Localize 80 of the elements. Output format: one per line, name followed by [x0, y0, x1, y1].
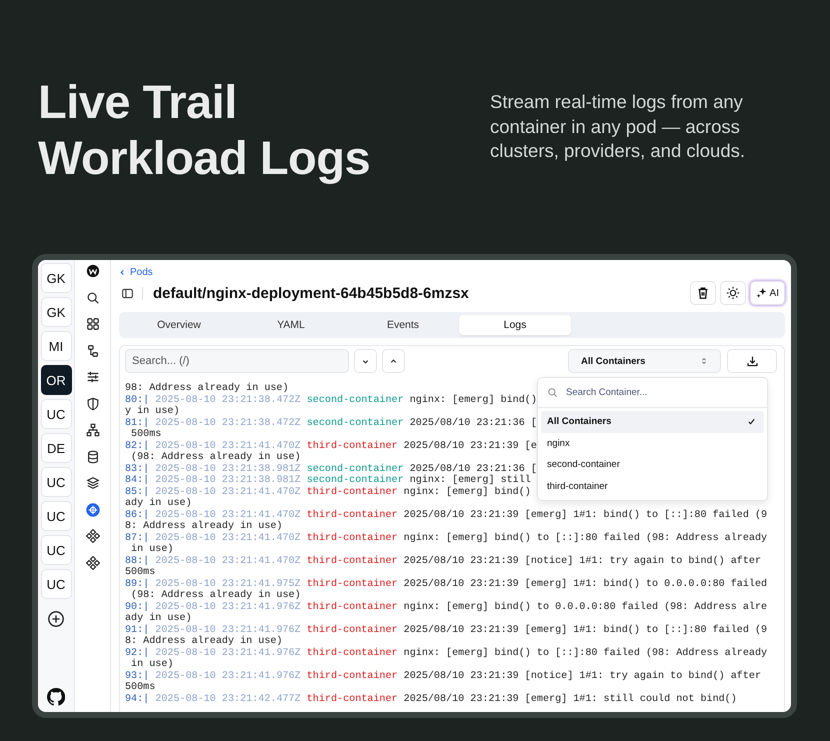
log-line: (98: Address already in use)	[130, 590, 301, 602]
search-icon[interactable]	[86, 290, 100, 304]
diagram-icon[interactable]	[86, 344, 100, 358]
log-line: 91:| 2025-08-10 23:21:41.976Z third-container 2025/08/10 23:21:39 [emerg] 1#1: bind() to [::]:80 failed (9	[125, 624, 768, 636]
sparkle-icon	[756, 287, 768, 299]
cluster-button[interactable]: OR	[40, 365, 72, 395]
cluster-button[interactable]: GK	[40, 263, 72, 293]
tagline: Stream real-time logs from any container in any pod — across clusters, providers, and clouds.	[490, 90, 746, 163]
log-line: 82:| 2025-08-10 23:21:41.470Z third-container 2025/08/10 23:21:39 [e	[125, 440, 537, 452]
chevron-left-icon	[119, 268, 126, 276]
container-option[interactable]: third-container	[541, 476, 764, 497]
tab[interactable]: Overview	[123, 315, 235, 335]
log-line: 92:| 2025-08-10 23:21:41.976Z third-container nginx: [emerg] bind() to [::]:80 failed (98: Address already	[125, 648, 768, 658]
cluster-button[interactable]: UC	[40, 569, 72, 599]
log-line: 80:| 2025-08-10 23:21:38.472Z second-container nginx: [emerg] bind()	[125, 394, 537, 406]
trash-icon	[696, 286, 710, 300]
sun-icon	[726, 286, 740, 300]
cluster-button[interactable]: UC	[40, 501, 72, 531]
log-line: 83:| 2025-08-10 23:21:38.981Z second-container 2025/08/10 23:21:36 [	[125, 464, 537, 474]
container-select[interactable]: All Containers	[568, 349, 721, 373]
chevron-up-icon	[389, 356, 398, 366]
log-line: 88:| 2025-08-10 23:21:41.470Z third-container 2025/08/10 23:21:39 [notice] 1#1: try again to bind() after	[125, 556, 762, 567]
log-line: 94:| 2025-08-10 23:21:42.477Z third-container 2025/08/10 23:21:39 [emerg] 1#1: still could not bind()	[125, 694, 737, 705]
log-line: 8: Address already in use)	[125, 521, 282, 532]
grid-icon[interactable]	[86, 317, 100, 331]
log-line: 500ms	[125, 682, 156, 694]
checkmark-icon	[747, 417, 756, 426]
cluster-button[interactable]: GK	[40, 297, 72, 327]
log-line: 500ms	[130, 429, 162, 440]
delete-button[interactable]	[690, 281, 716, 305]
cluster-button[interactable]: DE	[40, 433, 72, 463]
log-line: 87:| 2025-08-10 23:21:41.470Z third-container nginx: [emerg] bind() to [::]:80 failed (98: Address already	[125, 532, 768, 544]
cluster-button[interactable]: UC	[40, 535, 72, 565]
container-option[interactable]: nginx	[541, 432, 764, 454]
shield-icon[interactable]	[86, 396, 100, 410]
log-line: 8: Address already in use)	[125, 636, 282, 648]
container-option[interactable]: All Containers	[541, 411, 764, 432]
helm-icon[interactable]	[86, 502, 100, 516]
log-line: 84:| 2025-08-10 23:21:38.981Z second-container nginx: [emerg] still	[125, 475, 532, 486]
log-line: 90:| 2025-08-10 23:21:41.976Z third-container nginx: [emerg] bind() to 0.0.0.0:80 failed (98: Address alre	[125, 602, 768, 612]
log-line: 81:| 2025-08-10 23:21:38.472Z second-container 2025/08/10 23:21:36 [	[125, 418, 537, 429]
theme-toggle-button[interactable]	[720, 281, 746, 305]
log-line: in use)	[130, 544, 174, 556]
tab[interactable]: Logs	[459, 315, 571, 335]
add-cluster-icon[interactable]	[47, 610, 65, 628]
up-down-chevron-icon	[700, 357, 708, 365]
log-line: ady in use)	[125, 613, 192, 624]
log-line: 89:| 2025-08-10 23:21:41.975Z third-container 2025/08/10 23:21:39 [emerg] 1#1: bind() to 0.0.0.0:80 failed	[125, 578, 768, 590]
layers-icon[interactable]	[86, 476, 100, 490]
pod-title: default/nginx-deployment-64b45b5d8-6mzsx	[153, 284, 469, 302]
log-line: 85:| 2025-08-10 23:21:41.470Z third-container nginx: [emerg] bind()	[125, 486, 532, 498]
github-icon[interactable]	[47, 688, 65, 706]
search-icon	[547, 387, 558, 398]
log-line: (98: Address already in use)	[130, 452, 301, 464]
nodes-icon[interactable]	[86, 529, 100, 543]
log-line: ady in use)	[125, 498, 192, 510]
database-icon[interactable]	[86, 450, 100, 464]
nodes-icon[interactable]	[86, 556, 100, 570]
network-icon[interactable]	[86, 423, 100, 437]
cluster-button[interactable]: UC	[40, 467, 72, 497]
log-line: 86:| 2025-08-10 23:21:41.470Z third-container 2025/08/10 23:21:39 [emerg] 1#1: bind() to [::]:80 failed (9	[125, 510, 768, 520]
back-link[interactable]: Pods	[119, 266, 153, 278]
download-icon	[746, 354, 758, 368]
sidebar-toggle-icon[interactable]	[121, 286, 134, 300]
tab[interactable]: Events	[347, 315, 459, 335]
log-line: 500ms	[125, 567, 156, 578]
headline: Live Trail Workload Logs	[38, 74, 370, 186]
log-line: in use)	[130, 659, 174, 670]
log-line: 98: Address already in use)	[125, 383, 289, 394]
log-line: y in use)	[125, 406, 180, 418]
container-option[interactable]: second-container	[541, 454, 764, 476]
cluster-button[interactable]: UC	[40, 399, 72, 429]
sliders-icon[interactable]	[86, 370, 100, 384]
search-field[interactable]: Search... (/)	[125, 349, 349, 373]
ai-button[interactable]: AI	[750, 281, 785, 305]
logo-icon[interactable]	[86, 264, 100, 278]
download-button[interactable]	[727, 349, 777, 373]
tab[interactable]: YAML	[235, 315, 347, 335]
log-line: 93:| 2025-08-10 23:21:41.976Z third-container 2025/08/10 23:21:39 [notice] 1#1: try again to bind() after	[125, 670, 762, 682]
cluster-button[interactable]: MI	[40, 331, 72, 361]
